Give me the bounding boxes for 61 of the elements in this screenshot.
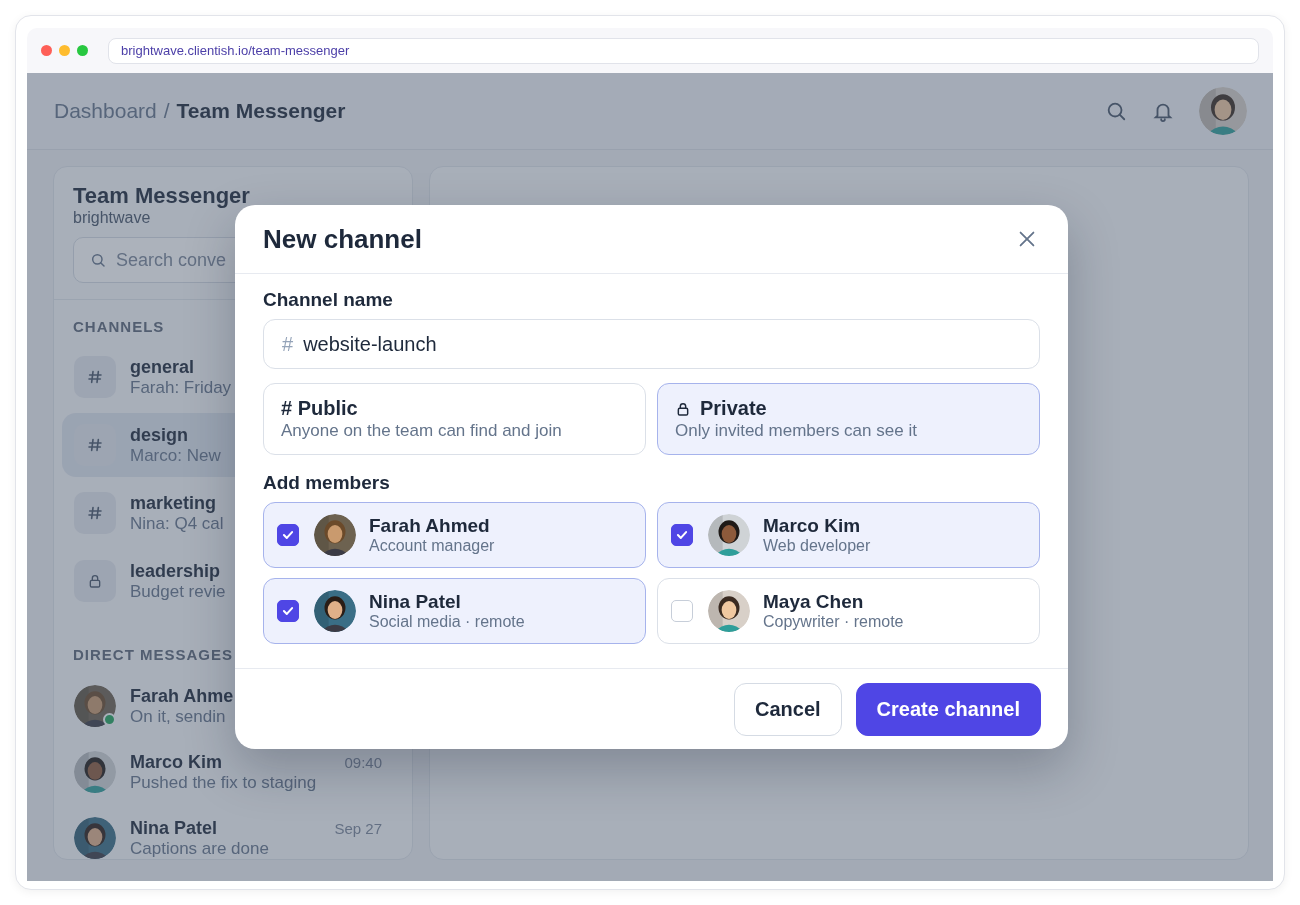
- message-preview: Farah: Friday: [130, 377, 232, 398]
- member-role: Account manager: [369, 537, 495, 555]
- checkbox[interactable]: [277, 524, 299, 546]
- check-icon: [675, 528, 689, 542]
- message-time: Sep 27: [334, 819, 382, 837]
- member-option[interactable]: Marco Kim Web developer: [657, 502, 1040, 568]
- cancel-button[interactable]: Cancel: [734, 682, 842, 736]
- member-name: Maya Chen: [763, 591, 865, 613]
- hash-icon: [87, 369, 103, 385]
- member-name: Marco Kim: [763, 515, 862, 537]
- field-label: Channel name: [263, 289, 394, 311]
- minimize-window-dot[interactable]: [59, 45, 70, 56]
- message-preview: On it, sendin: [130, 706, 227, 727]
- address-bar[interactable]: brightwave.clientish.io/team-messenger: [108, 37, 1259, 64]
- member-role: Social media · remote: [369, 613, 525, 631]
- channel-name: leadership: [130, 560, 222, 582]
- member-role: Web developer: [763, 537, 871, 555]
- message-preview: Pushed the fix to staging: [130, 772, 318, 793]
- lock-icon: [675, 400, 691, 417]
- direct-message-item[interactable]: Marco Kim 09:40 Pushed the fix to staging: [62, 739, 404, 805]
- search-icon[interactable]: [1105, 100, 1127, 122]
- member-name: Nina Patel: [369, 591, 462, 613]
- message-preview: Budget revie: [130, 581, 226, 602]
- hash-icon: [87, 505, 103, 521]
- create-button[interactable]: Create channel: [855, 682, 1041, 736]
- contact-name: Farah Ahme: [130, 685, 234, 707]
- option-description: Only invited members can see it: [675, 421, 918, 441]
- contact-name: Nina Patel: [130, 817, 218, 839]
- close-window-dot[interactable]: [41, 45, 52, 56]
- channel-name-field[interactable]: # website-launch: [263, 319, 1040, 369]
- breadcrumb-separator: /: [163, 99, 170, 123]
- lock-icon: [87, 573, 103, 589]
- section-heading: CHANNELS: [73, 318, 165, 335]
- visibility-option[interactable]: # Public Anyone on the team can find and join: [263, 383, 646, 455]
- channel-name: design: [130, 424, 189, 446]
- member-option[interactable]: Nina Patel Social media · remote: [263, 578, 646, 644]
- direct-message-item[interactable]: Farah Ahme On it, sendin: [62, 673, 404, 739]
- message-preview: Captions are done: [130, 838, 270, 859]
- channel-name: marketing: [130, 492, 218, 514]
- contact-name: Marco Kim: [130, 751, 223, 773]
- checkbox[interactable]: [277, 600, 299, 622]
- member-name: Farah Ahmed: [369, 515, 491, 537]
- message-preview: Marco: New: [130, 445, 221, 466]
- message-time: 09:40: [344, 753, 382, 771]
- member-role: Copywriter · remote: [763, 613, 904, 631]
- section-heading: DIRECT MESSAGES: [73, 646, 234, 663]
- hash-icon: [87, 437, 103, 453]
- sidebar-title: Team Messenger: [73, 183, 251, 209]
- checkbox[interactable]: [671, 524, 693, 546]
- member-option[interactable]: Farah Ahmed Account manager: [263, 502, 646, 568]
- search-icon: [90, 252, 106, 268]
- workspace-name: brightwave: [73, 209, 152, 227]
- maximize-window-dot[interactable]: [77, 45, 88, 56]
- direct-message-item[interactable]: Nina Patel Sep 27 Captions are done: [62, 805, 404, 859]
- channel-name: general: [130, 356, 196, 378]
- check-icon: [281, 528, 295, 542]
- check-icon: [281, 604, 295, 618]
- message-preview: Nina: Q4 cal: [130, 513, 224, 534]
- breadcrumb-current: Team Messenger: [176, 99, 346, 123]
- visibility-option[interactable]: Private Only invited members can see it: [657, 383, 1040, 455]
- option-title: Private: [700, 397, 767, 420]
